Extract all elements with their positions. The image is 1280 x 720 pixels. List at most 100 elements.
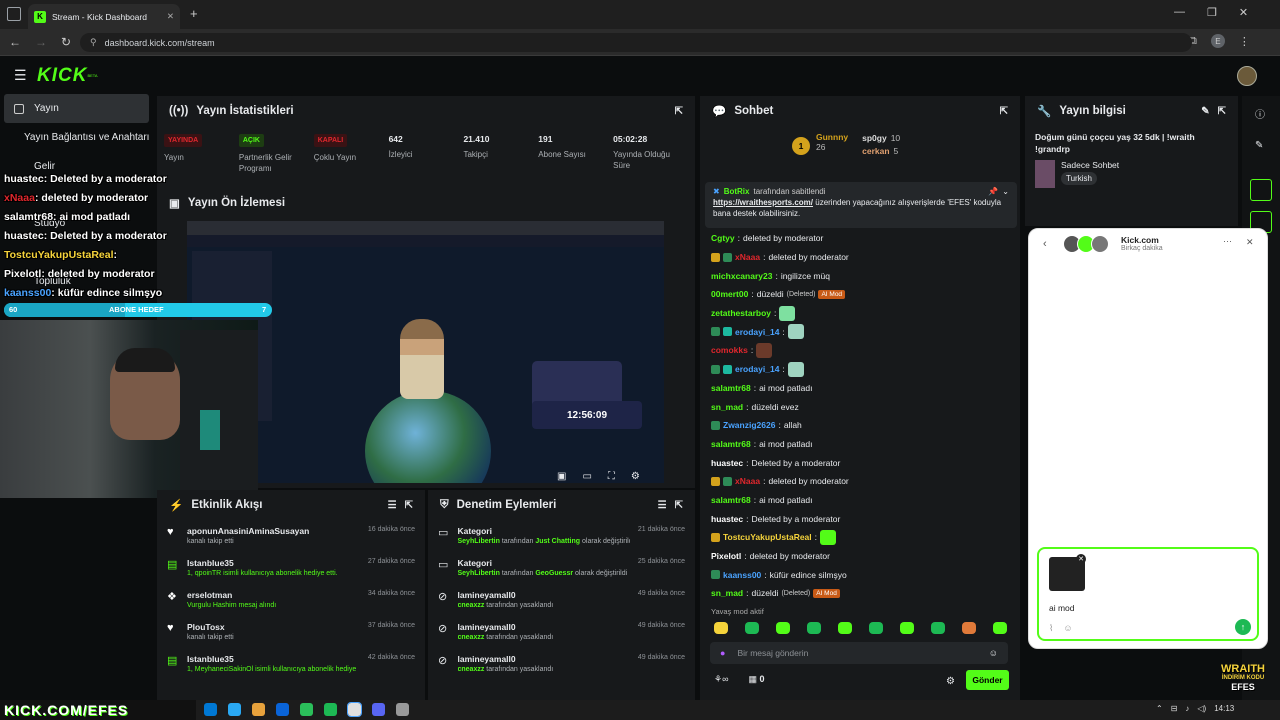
hamburger-menu-icon[interactable]: ☰ [14, 67, 27, 84]
chat-message[interactable]: huastec: Deleted by a moderator [700, 509, 1020, 528]
chat-username[interactable]: Pixelotl [711, 551, 741, 561]
sidebar-item-yayin[interactable]: Yayın [4, 94, 149, 123]
moderation-item[interactable]: ⊘ lamineyamall0 cneaxzz tarafından yasakla… [428, 648, 695, 680]
moderation-actor[interactable]: cneaxzz [458, 602, 485, 609]
moderation-target[interactable]: Just Chatting [535, 538, 580, 545]
chat-username[interactable]: huastec [711, 458, 743, 468]
quick-emote-icon[interactable] [776, 622, 790, 634]
moderation-actor[interactable]: cneaxzz [458, 666, 485, 673]
pinned-link[interactable]: https://wraithesports.com/ [713, 198, 813, 207]
chat-message[interactable]: Cgtyy: deleted by moderator [700, 229, 1020, 248]
quick-emote-icon[interactable] [993, 622, 1007, 634]
category-name[interactable]: Sadece Sohbet [1061, 160, 1119, 170]
filter-icon[interactable]: ☰ [658, 500, 667, 511]
chat-message[interactable]: Pixelotl: deleted by moderator [700, 547, 1020, 566]
taskbar-app-icon[interactable] [324, 703, 337, 716]
chat-message[interactable]: sn_mad: düzeldi evez [700, 397, 1020, 416]
chat-username[interactable]: salamtr68 [711, 495, 751, 505]
popup-compose-box[interactable]: ✕ ai mod ⌇ ☺ ↑ [1037, 547, 1259, 641]
chat-message[interactable]: erodayi_14: [700, 360, 1020, 379]
chat-username[interactable]: sn_mad [711, 588, 743, 598]
chat-message[interactable]: sn_mad: düzeldi (Deleted) AI Mod [700, 584, 1020, 603]
quick-emote-icon[interactable] [962, 622, 976, 634]
popup-back-icon[interactable]: ‹ [1043, 238, 1047, 250]
chat-message[interactable]: xNaaa: deleted by moderator [700, 248, 1020, 267]
popout-icon[interactable]: ⇱ [1000, 106, 1008, 117]
maximize-icon[interactable]: ❐ [1207, 6, 1217, 19]
pin-icon[interactable]: 📌 [988, 186, 998, 197]
chat-input[interactable]: ● Bir mesaj gönderin ☺ [710, 642, 1008, 664]
settings-gear-icon[interactable]: ⚙ [631, 471, 640, 482]
taskbar-app-icon[interactable] [252, 703, 265, 716]
popup-close-icon[interactable]: ✕ [1246, 237, 1254, 248]
fullscreen-icon[interactable]: ⛶ [608, 471, 615, 482]
chat-message[interactable]: erodayi_14: [700, 322, 1020, 341]
chat-message[interactable]: comokks: [700, 341, 1020, 360]
taskbar-app-icon[interactable] [372, 703, 385, 716]
browser-tab[interactable]: K Stream - Kick Dashboard ✕ [28, 4, 180, 29]
chat-username[interactable]: huastec [711, 514, 743, 524]
chat-message[interactable]: xNaaa: deleted by moderator [700, 472, 1020, 491]
tray-network-icon[interactable]: ⊟ [1171, 704, 1178, 713]
theater-icon[interactable]: ▭ [582, 471, 591, 482]
chat-message[interactable]: kaanss00: küfür edince silmşyo [700, 565, 1020, 584]
sidebar-item-stream-key[interactable]: Yayın Bağlantısı ve Anahtarı [0, 123, 149, 152]
popup-send-icon[interactable]: ↑ [1235, 619, 1251, 635]
taskbar-app-icon[interactable] [228, 703, 241, 716]
minimize-icon[interactable]: — [1174, 6, 1185, 19]
chat-username[interactable]: zetathestarboy [711, 308, 771, 318]
quick-emote-icon[interactable] [714, 622, 728, 634]
chat-message[interactable]: Zwanzig2626: allah [700, 416, 1020, 435]
pip-icon[interactable]: ▣ [557, 471, 566, 482]
activity-item[interactable]: ▤ Istanblue35 1, MeyhaneciSakinOl isimli k… [157, 648, 425, 680]
quick-emote-icon[interactable] [838, 622, 852, 634]
remove-attachment-icon[interactable]: ✕ [1076, 554, 1086, 564]
pinned-message[interactable]: ✖ BotRix tarafından sabitlendi 📌 ⌄ https… [705, 182, 1017, 228]
taskbar-app-icon[interactable] [347, 702, 362, 717]
chat-username[interactable]: kaanss00 [723, 570, 761, 580]
chat-username[interactable]: xNaaa [735, 252, 760, 262]
moderation-target[interactable]: GeoGuessr [535, 570, 573, 577]
chat-username[interactable]: TostcuYakupUstaReal [723, 532, 812, 542]
chat-message[interactable]: salamtr68: ai mod patladı [700, 379, 1020, 398]
emoji-icon[interactable]: ☺ [1063, 623, 1072, 634]
taskbar-app-icon[interactable] [276, 703, 289, 716]
window-close-icon[interactable]: ✕ [1239, 6, 1248, 19]
chat-message[interactable]: salamtr68: ai mod patladı [700, 435, 1020, 454]
send-button[interactable]: Gönder [966, 670, 1009, 690]
address-bar[interactable]: ⚲ dashboard.kick.com/stream [80, 33, 1192, 52]
kick-logo[interactable]: KICKBETA [37, 65, 98, 87]
activity-item[interactable]: ❖ erselotman Vurgulu Hashim mesaj alındı 34… [157, 584, 425, 616]
moderation-item[interactable]: ⊘ lamineyamall0 cneaxzz tarafından yasakla… [428, 616, 695, 648]
tab-search-icon[interactable] [7, 7, 21, 21]
chat-username[interactable]: salamtr68 [711, 439, 751, 449]
back-icon[interactable]: ← [9, 35, 21, 49]
chat-message[interactable]: huastec: Deleted by a moderator [700, 453, 1020, 472]
tray-mic-icon[interactable]: ♪ [1185, 704, 1189, 713]
new-tab-icon[interactable]: + [190, 6, 198, 21]
tab-close-icon[interactable]: ✕ [167, 11, 174, 22]
chat-username[interactable]: salamtr68 [711, 383, 751, 393]
moderation-actor[interactable]: cneaxzz [458, 634, 485, 641]
quick-emote-icon[interactable] [931, 622, 945, 634]
taskbar-app-icon[interactable] [396, 703, 409, 716]
menu-kebab-icon[interactable]: ⋮ [1239, 35, 1250, 48]
popout-icon[interactable]: ⇱ [1218, 106, 1226, 117]
activity-item[interactable]: ▤ Istanblue35 1, qpoinTR isimli kullanıcıy… [157, 552, 425, 584]
stream-preview-video[interactable]: 12:56:09 ▣ ▭ ⛶ ⚙ [187, 221, 664, 483]
forward-icon[interactable]: → [35, 35, 47, 49]
chat-username[interactable]: 00mert00 [711, 289, 748, 299]
mic-icon[interactable]: ● [720, 648, 725, 658]
infinity-icon[interactable]: ⚘∞ [714, 674, 728, 685]
clock-time[interactable]: 14:13 [1214, 704, 1234, 713]
popup-more-icon[interactable]: ··· [1223, 236, 1232, 246]
moderation-actor[interactable]: SeyhLibertin [458, 538, 500, 545]
tag-pill[interactable]: Turkish [1061, 172, 1097, 185]
chat-username[interactable]: xNaaa [735, 476, 760, 486]
profile-avatar[interactable]: E [1210, 34, 1225, 48]
activity-item[interactable]: ♥ PlouTosx kanalı takip etti 37 dakika önce [157, 616, 425, 648]
quick-emote-icon[interactable] [900, 622, 914, 634]
taskbar-app-icon[interactable] [300, 703, 313, 716]
quick-emote-icon[interactable] [869, 622, 883, 634]
tray-volume-icon[interactable]: ◁) [1197, 704, 1206, 713]
